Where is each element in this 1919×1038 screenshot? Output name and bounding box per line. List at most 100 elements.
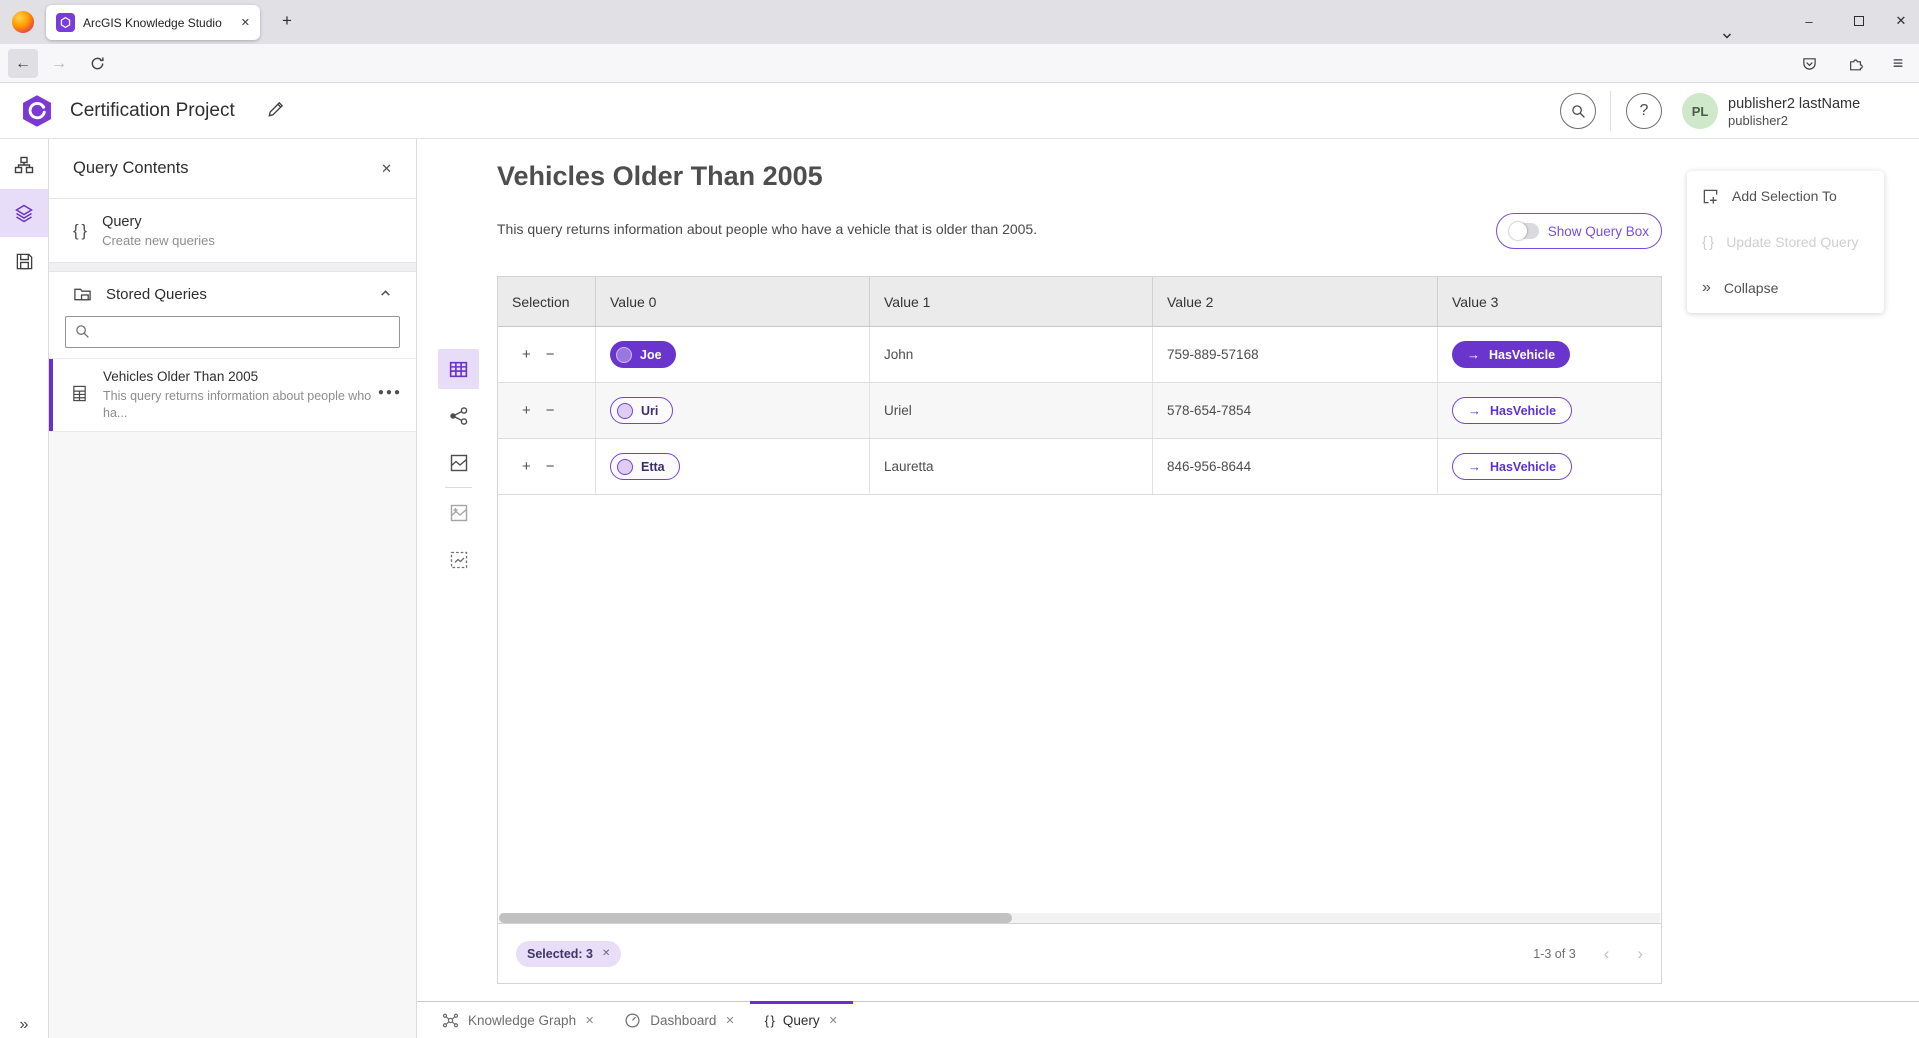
page-title: Vehicles Older Than 2005 [497,161,823,192]
arrow-right-icon: → [1468,459,1481,474]
query-contents-panel: Query Contents ✕ { } Query Create new qu… [49,139,417,1038]
next-page-chevron-icon[interactable]: › [1637,945,1643,962]
app-window: ArcGIS Knowledge Studio ✕ + – ✕ ← → http… [0,0,1919,1038]
back-button[interactable]: ← [8,49,38,78]
browser-nav-bar: ← → https://dev0028833.esri.com/portal/a… [0,44,1919,83]
forward-button[interactable]: → [44,49,74,78]
column-header-value3: Value 3 [1438,277,1661,326]
tab-query[interactable]: { } Query ✕ [750,1002,853,1038]
tab-label: Query [783,1013,820,1028]
relationship-pill[interactable]: →HasVehicle [1452,453,1572,480]
query-item-subtitle: Create new queries [102,233,215,248]
remove-selection-button[interactable]: − [546,403,555,418]
search-button[interactable] [1560,93,1596,129]
entity-pill[interactable]: Uri [610,397,673,424]
entity-circle-icon [616,347,632,363]
user-full-name: publisher2 lastName [1728,95,1860,113]
collapse-section-chevron-icon[interactable] [379,285,392,303]
new-tab-button[interactable]: + [282,11,292,31]
table-row: + − Uri Uriel 578-654-7854 →HasVehicle [498,383,1661,439]
edit-title-pencil-icon[interactable] [266,100,285,119]
extensions-puzzle-icon[interactable] [1840,49,1872,78]
user-handle: publisher2 [1728,113,1860,129]
user-info[interactable]: publisher2 lastName publisher2 [1728,95,1860,129]
double-chevron-right-icon: » [1702,279,1711,297]
cell-value: John [884,347,913,362]
select-on-map-button[interactable] [438,540,479,580]
show-query-box-toggle[interactable]: Show Query Box [1496,213,1662,249]
add-selection-button[interactable]: + [522,459,531,474]
sidebar-item-save[interactable] [0,237,48,285]
arrow-right-icon: → [1467,347,1480,362]
arrow-right-icon: → [1468,403,1481,418]
braces-icon: { } [1702,234,1713,251]
selected-count-label: Selected: 3 [527,947,593,961]
maximize-icon [1854,16,1864,26]
window-maximize-button[interactable] [1838,0,1880,42]
add-to-map-button[interactable] [438,493,479,533]
tab-close-icon[interactable]: ✕ [241,16,250,29]
browser-tab[interactable]: ArcGIS Knowledge Studio ✕ [46,5,260,40]
braces-icon: { } [73,221,86,241]
menu-item-update-stored-query: { } Update Stored Query [1687,219,1884,265]
link-chart-view-button[interactable] [438,396,479,436]
tab-close-icon[interactable]: ✕ [725,1014,734,1027]
relationship-pill[interactable]: →HasVehicle [1452,341,1570,368]
panel-close-icon[interactable]: ✕ [381,161,392,177]
item-options-ellipsis-icon[interactable]: ●●● [378,387,402,398]
bottom-tab-bar: Knowledge Graph ✕ Dashboard ✕ { } Query … [417,1001,1919,1038]
add-selection-button[interactable]: + [522,347,531,362]
reload-button[interactable] [82,49,112,78]
menu-item-label: Collapse [1724,280,1778,296]
save-to-pocket-icon[interactable] [1793,49,1825,78]
column-header-value0: Value 0 [596,277,870,326]
stored-queries-title: Stored Queries [106,286,207,303]
tab-knowledge-graph[interactable]: Knowledge Graph ✕ [427,1002,609,1038]
panel-divider-band [49,263,416,272]
column-header-value2: Value 2 [1153,277,1438,326]
column-header-selection: Selection [498,277,596,326]
sidebar-item-data-model[interactable] [0,141,48,189]
toggle-label: Show Query Box [1548,224,1649,239]
sidebar-item-layers[interactable] [0,189,48,237]
page-description: This query returns information about peo… [497,221,1037,237]
stored-query-title: Vehicles Older Than 2005 [103,369,372,384]
menu-hamburger-icon[interactable]: ≡ [1882,49,1914,78]
expand-rail-chevrons-icon[interactable]: » [0,1016,48,1034]
stored-query-doc-icon [71,385,88,403]
add-selection-button[interactable]: + [522,403,531,418]
tab-dashboard[interactable]: Dashboard ✕ [609,1002,749,1038]
tab-close-icon[interactable]: ✕ [829,1014,838,1027]
stored-query-description: This query returns information about peo… [103,388,372,421]
search-icon [75,323,90,341]
column-header-value1: Value 1 [870,277,1153,326]
scrollbar-thumb[interactable] [499,913,1012,923]
help-button[interactable]: ? [1626,93,1662,129]
query-item-title: Query [102,214,215,230]
query-create-item[interactable]: { } Query Create new queries [49,199,416,263]
relationship-pill[interactable]: →HasVehicle [1452,397,1572,424]
cell-value: 578-654-7854 [1167,403,1251,418]
stored-query-list-item[interactable]: Vehicles Older Than 2005 This query retu… [49,358,416,432]
map-view-button[interactable] [438,443,479,483]
remove-selection-button[interactable]: − [546,347,555,362]
window-close-button[interactable]: ✕ [1880,0,1919,42]
toolbar-divider [445,487,472,488]
user-avatar[interactable]: PL [1682,93,1718,129]
cell-value: Lauretta [884,459,934,474]
previous-page-chevron-icon[interactable]: ‹ [1604,945,1610,962]
stored-queries-search-input[interactable] [98,325,390,340]
clear-selection-icon[interactable]: ✕ [602,948,610,959]
selected-count-chip[interactable]: Selected: 3 ✕ [516,941,621,967]
menu-item-add-selection-to[interactable]: Add Selection To [1687,173,1884,219]
horizontal-scrollbar[interactable] [499,913,1660,923]
entity-pill[interactable]: Etta [610,453,680,480]
tab-close-icon[interactable]: ✕ [585,1014,594,1027]
table-view-button[interactable] [438,349,479,389]
menu-item-collapse[interactable]: » Collapse [1687,265,1884,311]
firefox-logo-icon[interactable] [12,11,34,33]
remove-selection-button[interactable]: − [546,459,555,474]
window-minimize-button[interactable]: – [1788,0,1830,42]
entity-circle-icon [617,459,633,475]
entity-pill[interactable]: Joe [610,341,676,368]
